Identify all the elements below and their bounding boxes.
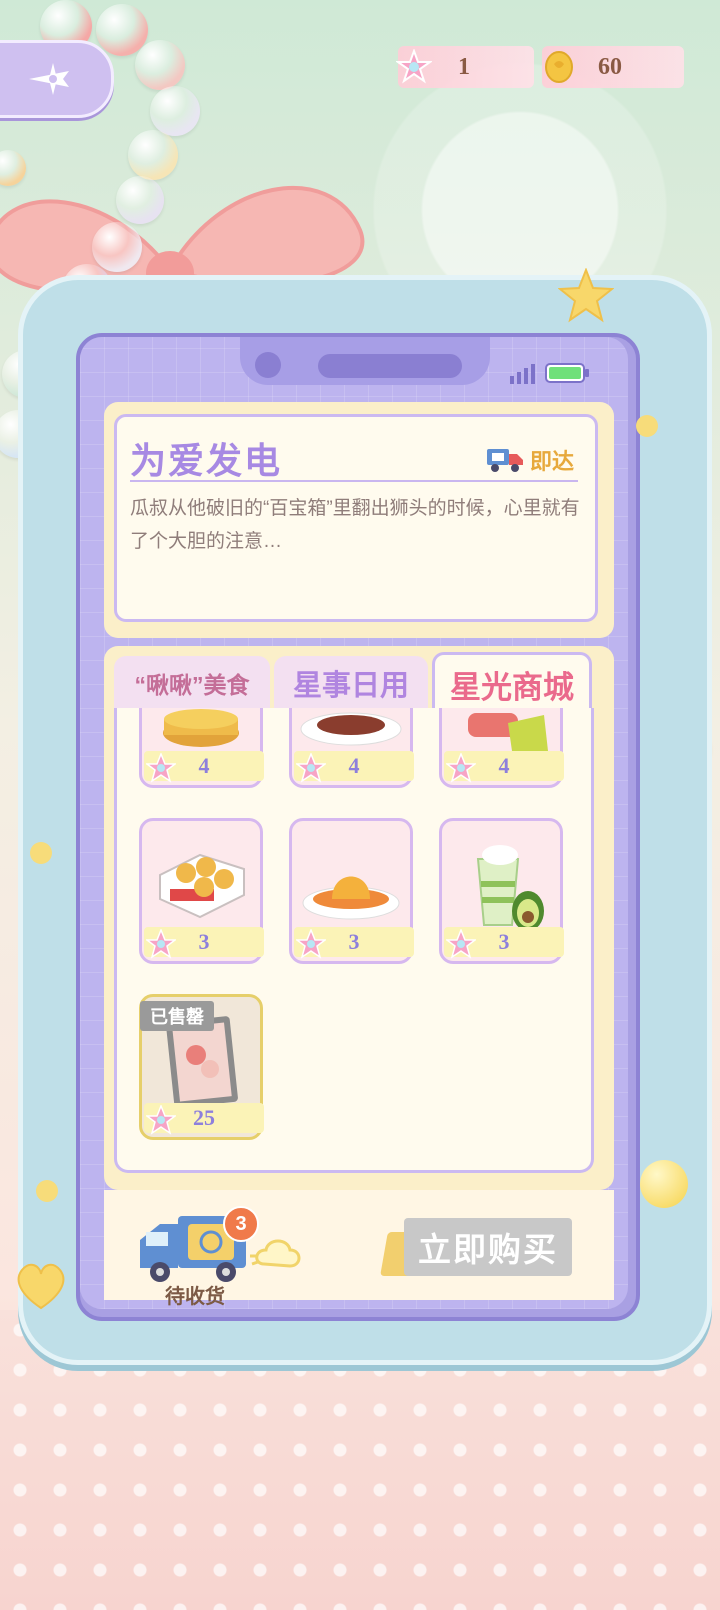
item-price: 25 <box>193 1105 215 1130</box>
shop-item-sold-out[interactable]: 已售罄 25 <box>139 994 264 1140</box>
pending-delivery-label: 待收货 <box>165 1286 225 1308</box>
shop-item[interactable]: 4 <box>289 708 414 788</box>
bead-decoration <box>150 86 200 136</box>
shop-item[interactable]: 4 <box>139 708 264 788</box>
item-price: 3 <box>348 929 360 954</box>
back-button[interactable] <box>0 40 114 118</box>
sold-out-tag: 已售罄 <box>140 1001 214 1031</box>
rainbow-star-icon <box>146 753 176 783</box>
item-grid[interactable]: 4 4 4 3 3 3 已售罄 25 <box>114 708 594 1173</box>
sprinkle-decoration <box>636 415 658 437</box>
coin-currency-display: 60 <box>542 46 684 88</box>
rainbow-star-icon <box>146 1105 176 1135</box>
avocado-smoothie-icon <box>476 845 544 929</box>
gold-coin-icon <box>545 51 573 83</box>
item-price: 3 <box>498 929 510 954</box>
star-count: 1 <box>458 53 470 80</box>
durian-dessert-icon <box>468 713 548 751</box>
bead-decoration <box>128 130 178 180</box>
signal-icon <box>510 364 535 384</box>
sprinkle-decoration <box>30 842 52 864</box>
coin-count: 60 <box>598 53 622 80</box>
item-price: 3 <box>198 929 210 954</box>
story-description: 瓜叔从他破旧的“百宝箱”里翻出狮头的时候，心里就有了个大胆的注意… <box>130 498 580 552</box>
delivery-truck-icon <box>487 449 523 472</box>
rainbow-star-icon <box>446 929 476 959</box>
item-price: 4 <box>498 753 510 778</box>
battery-icon <box>545 363 589 383</box>
shop-item[interactable]: 4 <box>439 708 564 788</box>
star-currency-display: 1 <box>396 46 534 88</box>
rainbow-star-icon <box>296 753 326 783</box>
egg-tart-icon <box>163 709 239 747</box>
shop-item[interactable]: 3 <box>439 818 564 964</box>
instant-delivery-tag: 即达 <box>486 444 574 476</box>
tab-starlight-mall[interactable]: 星光商城 <box>432 652 592 713</box>
pending-count-badge: 3 <box>223 1206 259 1242</box>
item-price: 4 <box>198 753 210 778</box>
bead-decoration <box>135 40 185 90</box>
shop-item[interactable]: 3 <box>139 818 264 964</box>
sprinkle-decoration <box>640 1160 688 1208</box>
steak-plate-icon <box>300 712 402 746</box>
compass-star-icon <box>29 63 69 95</box>
pudding-plate-icon <box>302 876 400 920</box>
sprinkle-decoration <box>36 1180 58 1202</box>
title-divider <box>130 480 578 482</box>
exhaust-cloud-icon <box>250 1239 301 1268</box>
story-title: 为爱发电 <box>130 441 283 481</box>
egg-tart-box-icon <box>159 853 245 919</box>
speaker-grille <box>318 354 462 378</box>
camera-icon <box>255 352 281 378</box>
tab-daily-goods[interactable]: 星事日用 <box>274 656 428 710</box>
shop-item[interactable]: 3 <box>289 818 414 964</box>
item-price: 4 <box>348 753 360 778</box>
bead-decoration <box>116 176 164 224</box>
tab-food[interactable]: “啾啾”美食 <box>114 656 270 710</box>
bead-decoration <box>92 222 142 272</box>
rainbow-star-icon <box>396 49 432 84</box>
rainbow-star-icon <box>146 929 176 959</box>
star-decoration <box>558 268 614 323</box>
rainbow-star-icon <box>296 929 326 959</box>
buy-now-button[interactable]: 立即购买 <box>404 1218 572 1276</box>
heart-decoration <box>17 1263 65 1310</box>
delivery-label: 即达 <box>530 449 575 474</box>
rainbow-star-icon <box>446 753 476 783</box>
